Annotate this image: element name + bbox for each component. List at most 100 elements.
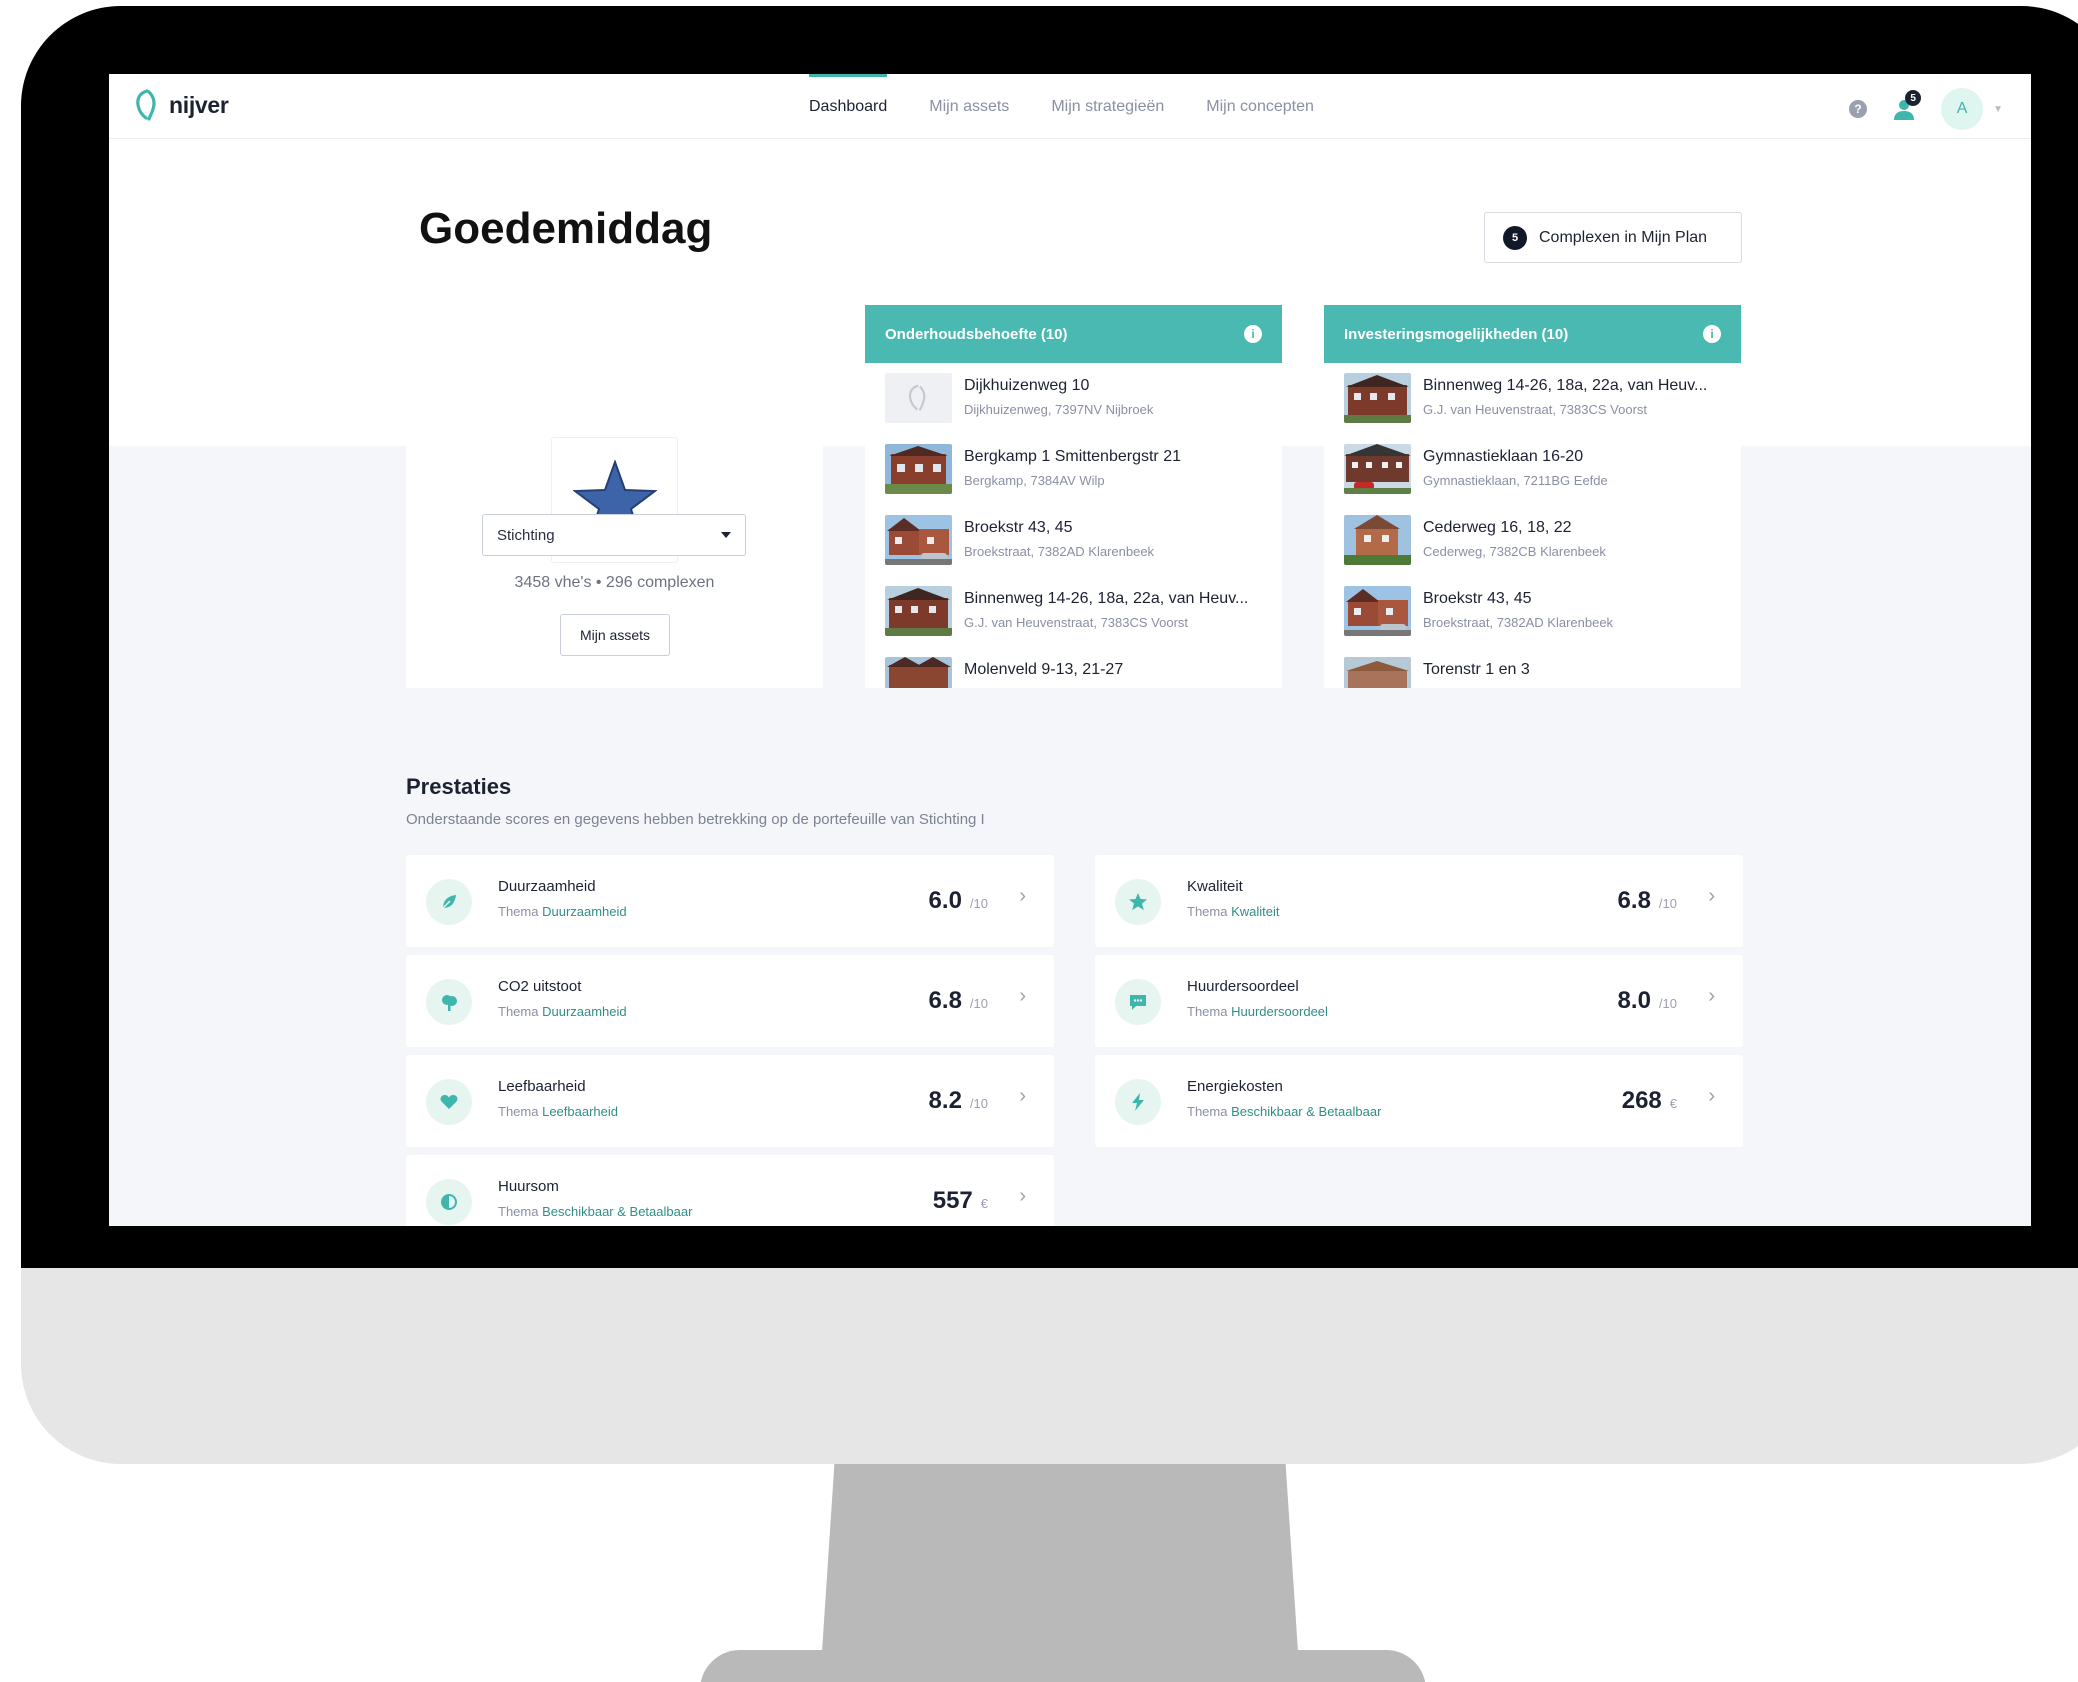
main-nav: Dashboard Mijn assets Mijn strategieën M… [809, 74, 1314, 139]
kpi-theme: Thema Kwaliteit [1187, 904, 1280, 919]
building-thumbnail [885, 657, 952, 688]
kpi-value: 268 € [1621, 1087, 1677, 1114]
building-thumbnail [885, 586, 952, 636]
item-name: Gymnastieklaan 16-20 [1423, 448, 1584, 465]
chevron-right-icon: › [1019, 1085, 1026, 1107]
monitor-foot [700, 1650, 1426, 1682]
organization-select[interactable]: Stichting [482, 514, 746, 556]
notification-badge: 5 [1905, 90, 1922, 106]
item-name: Binnenweg 14-26, 18a, 22a, van Heuv... [1423, 377, 1708, 394]
list-item[interactable]: Torenstr 1 en 3 [1324, 647, 1741, 688]
item-address: Broekstraat, 7382AD Klarenbeek [964, 544, 1155, 559]
tab-mijn-concepten[interactable]: Mijn concepten [1206, 74, 1314, 139]
mijn-plan-button[interactable]: 5 Complexen in Mijn Plan [1484, 212, 1742, 263]
kpi-theme: Thema Beschikbaar & Betaalbaar [498, 1204, 693, 1219]
list-item[interactable]: Gymnastieklaan 16-20 Gymnastieklaan, 721… [1324, 434, 1741, 505]
list-item[interactable]: Broekstr 43, 45 Broekstraat, 7382AD Klar… [865, 505, 1282, 576]
info-icon[interactable]: i [1244, 325, 1262, 343]
kpi-theme-link[interactable]: Beschikbaar & Betaalbaar [1231, 1104, 1381, 1119]
chevron-right-icon: › [1708, 885, 1715, 907]
kpi-card-energiekosten[interactable]: Energiekosten Thema Beschikbaar & Betaal… [1095, 1055, 1743, 1147]
kpi-theme-link[interactable]: Beschikbaar & Betaalbaar [542, 1204, 692, 1219]
kpi-card-duurzaamheid[interactable]: Duurzaamheid Thema Duurzaamheid 6.0/10 › [406, 855, 1054, 947]
list-item[interactable]: Binnenweg 14-26, 18a, 22a, van Heuv... G… [1324, 363, 1741, 434]
chevron-right-icon: › [1708, 985, 1715, 1007]
kpi-card-huurdersoordeel[interactable]: Huurdersoordeel Thema Huurdersoordeel 8.… [1095, 955, 1743, 1047]
kpi-theme-link[interactable]: Duurzaamheid [542, 904, 627, 919]
tab-dashboard[interactable]: Dashboard [809, 74, 888, 139]
kpi-card-huursom[interactable]: Huursom Thema Beschikbaar & Betaalbaar 5… [406, 1155, 1054, 1226]
kpi-name: Huursom [498, 1178, 559, 1195]
item-address: Gymnastieklaan, 7211BG Eefde [1423, 473, 1608, 488]
info-icon[interactable]: i [1703, 325, 1721, 343]
bolt-icon [1115, 1079, 1161, 1125]
kpi-theme-link[interactable]: Huurdersoordeel [1231, 1004, 1328, 1019]
logo-text: nijver [169, 91, 229, 118]
kpi-value: 8.2/10 [928, 1087, 988, 1114]
building-thumbnail [1344, 515, 1411, 565]
panel-header: Onderhoudsbehoefte (10) i [865, 305, 1282, 363]
kpi-theme-link[interactable]: Duurzaamheid [542, 1004, 627, 1019]
kpi-card-leefbaarheid[interactable]: Leefbaarheid Thema Leefbaarheid 8.2/10 › [406, 1055, 1054, 1147]
logo-icon [136, 89, 156, 121]
organization-select-value: Stichting [497, 526, 555, 544]
kpi-theme: Thema Duurzaamheid [498, 1004, 627, 1019]
item-address: Broekstraat, 7382AD Klarenbeek [1423, 615, 1614, 630]
kpi-theme-link[interactable]: Kwaliteit [1231, 904, 1279, 919]
kpi-value: 557 € [932, 1187, 988, 1214]
kpi-value: 6.8/10 [928, 987, 988, 1014]
organization-stats: 3458 vhe's • 296 complexen [514, 574, 715, 591]
building-thumbnail [1344, 444, 1411, 494]
kpi-theme-link[interactable]: Leefbaarheid [542, 1104, 618, 1119]
kpi-name: Huurdersoordeel [1187, 978, 1299, 995]
avatar[interactable]: A [1941, 88, 1984, 130]
maintenance-panel: Onderhoudsbehoefte (10) i Dijkhuizenweg … [865, 305, 1282, 688]
tab-mijn-strategieen[interactable]: Mijn strategieën [1051, 74, 1164, 139]
chevron-right-icon: › [1019, 985, 1026, 1007]
item-name: Molenveld 9-13, 21-27 [964, 661, 1124, 678]
maintenance-panel-title: Onderhoudsbehoefte (10) [885, 325, 1068, 343]
heart-icon [426, 1079, 472, 1125]
chevron-down-icon [721, 532, 731, 538]
chevron-right-icon: › [1708, 1085, 1715, 1107]
plan-count-badge: 5 [1503, 225, 1527, 250]
chevron-right-icon: › [1019, 885, 1026, 907]
tab-mijn-assets[interactable]: Mijn assets [929, 74, 1009, 139]
kpi-name: Duurzaamheid [498, 878, 596, 895]
chevron-down-icon[interactable]: ▼ [1993, 104, 2003, 115]
panel-header: Investeringsmogelijkheden (10) i [1324, 305, 1741, 363]
item-name: Bergkamp 1 Smittenbergstr 21 [964, 448, 1181, 465]
app-logo[interactable]: nijver [135, 88, 229, 122]
investment-panel-title: Investeringsmogelijkheden (10) [1344, 325, 1569, 343]
building-thumbnail [1344, 657, 1411, 688]
list-item[interactable]: Bergkamp 1 Smittenbergstr 21 Bergkamp, 7… [865, 434, 1282, 505]
help-icon[interactable]: ? [1849, 100, 1868, 118]
investment-panel: Investeringsmogelijkheden (10) i Binnenw… [1324, 305, 1741, 688]
navbar-actions: ? 5 A ▼ [1849, 88, 2003, 130]
screen: nijver Dashboard Mijn assets Mijn strate… [109, 74, 2031, 1226]
top-navbar: nijver Dashboard Mijn assets Mijn strate… [109, 74, 2031, 139]
list-item[interactable]: Cederweg 16, 18, 22 Cederweg, 7382CB Kla… [1324, 505, 1741, 576]
item-name: Binnenweg 14-26, 18a, 22a, van Heuv... [964, 590, 1249, 607]
leaf-icon [426, 879, 472, 925]
list-item[interactable]: Broekstr 43, 45 Broekstraat, 7382AD Klar… [1324, 576, 1741, 647]
kpi-name: Kwaliteit [1187, 878, 1243, 895]
kpi-theme: Thema Beschikbaar & Betaalbaar [1187, 1104, 1382, 1119]
item-address: G.J. van Heuvenstraat, 7383CS Voorst [964, 615, 1189, 630]
list-item[interactable]: Dijkhuizenweg 10 Dijkhuizenweg, 7397NV N… [865, 363, 1282, 434]
notifications-button[interactable]: 5 [1891, 90, 1922, 122]
tree-icon [426, 979, 472, 1025]
list-item[interactable]: Molenveld 9-13, 21-27 [865, 647, 1282, 688]
page-title: Goedemiddag [419, 204, 713, 253]
kpi-card-kwaliteit[interactable]: Kwaliteit Thema Kwaliteit 6.8/10 › [1095, 855, 1743, 947]
item-name: Broekstr 43, 45 [964, 519, 1073, 536]
building-thumbnail [885, 373, 952, 423]
kpi-card-co2-uitstoot[interactable]: CO2 uitstoot Thema Duurzaamheid 6.8/10 › [406, 955, 1054, 1047]
list-item[interactable]: Binnenweg 14-26, 18a, 22a, van Heuv... G… [865, 576, 1282, 647]
kpi-name: CO2 uitstoot [498, 978, 582, 995]
building-thumbnail [1344, 586, 1411, 636]
item-name: Torenstr 1 en 3 [1423, 661, 1530, 678]
kpi-name: Energiekosten [1187, 1078, 1283, 1095]
mijn-assets-button[interactable]: Mijn assets [560, 614, 670, 656]
kpi-value: 6.0/10 [928, 887, 988, 914]
